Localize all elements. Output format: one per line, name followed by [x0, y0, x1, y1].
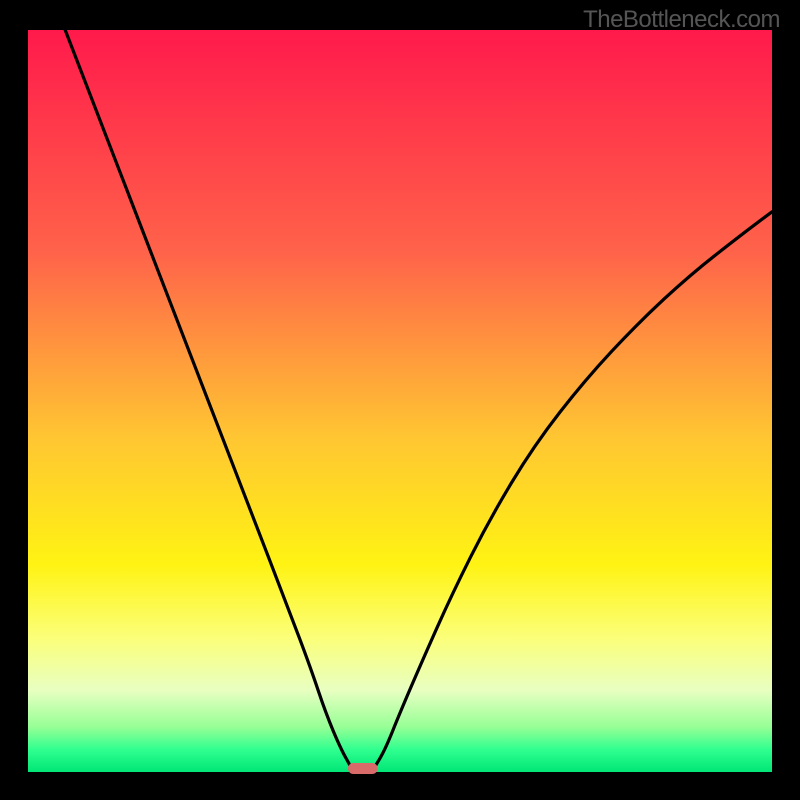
- watermark-text: TheBottleneck.com: [583, 6, 780, 34]
- bottleneck-plot-svg: [0, 0, 800, 800]
- minimum-marker: [348, 763, 378, 774]
- plot-frame: TheBottleneck.com: [0, 0, 800, 800]
- plot-background: [28, 30, 772, 772]
